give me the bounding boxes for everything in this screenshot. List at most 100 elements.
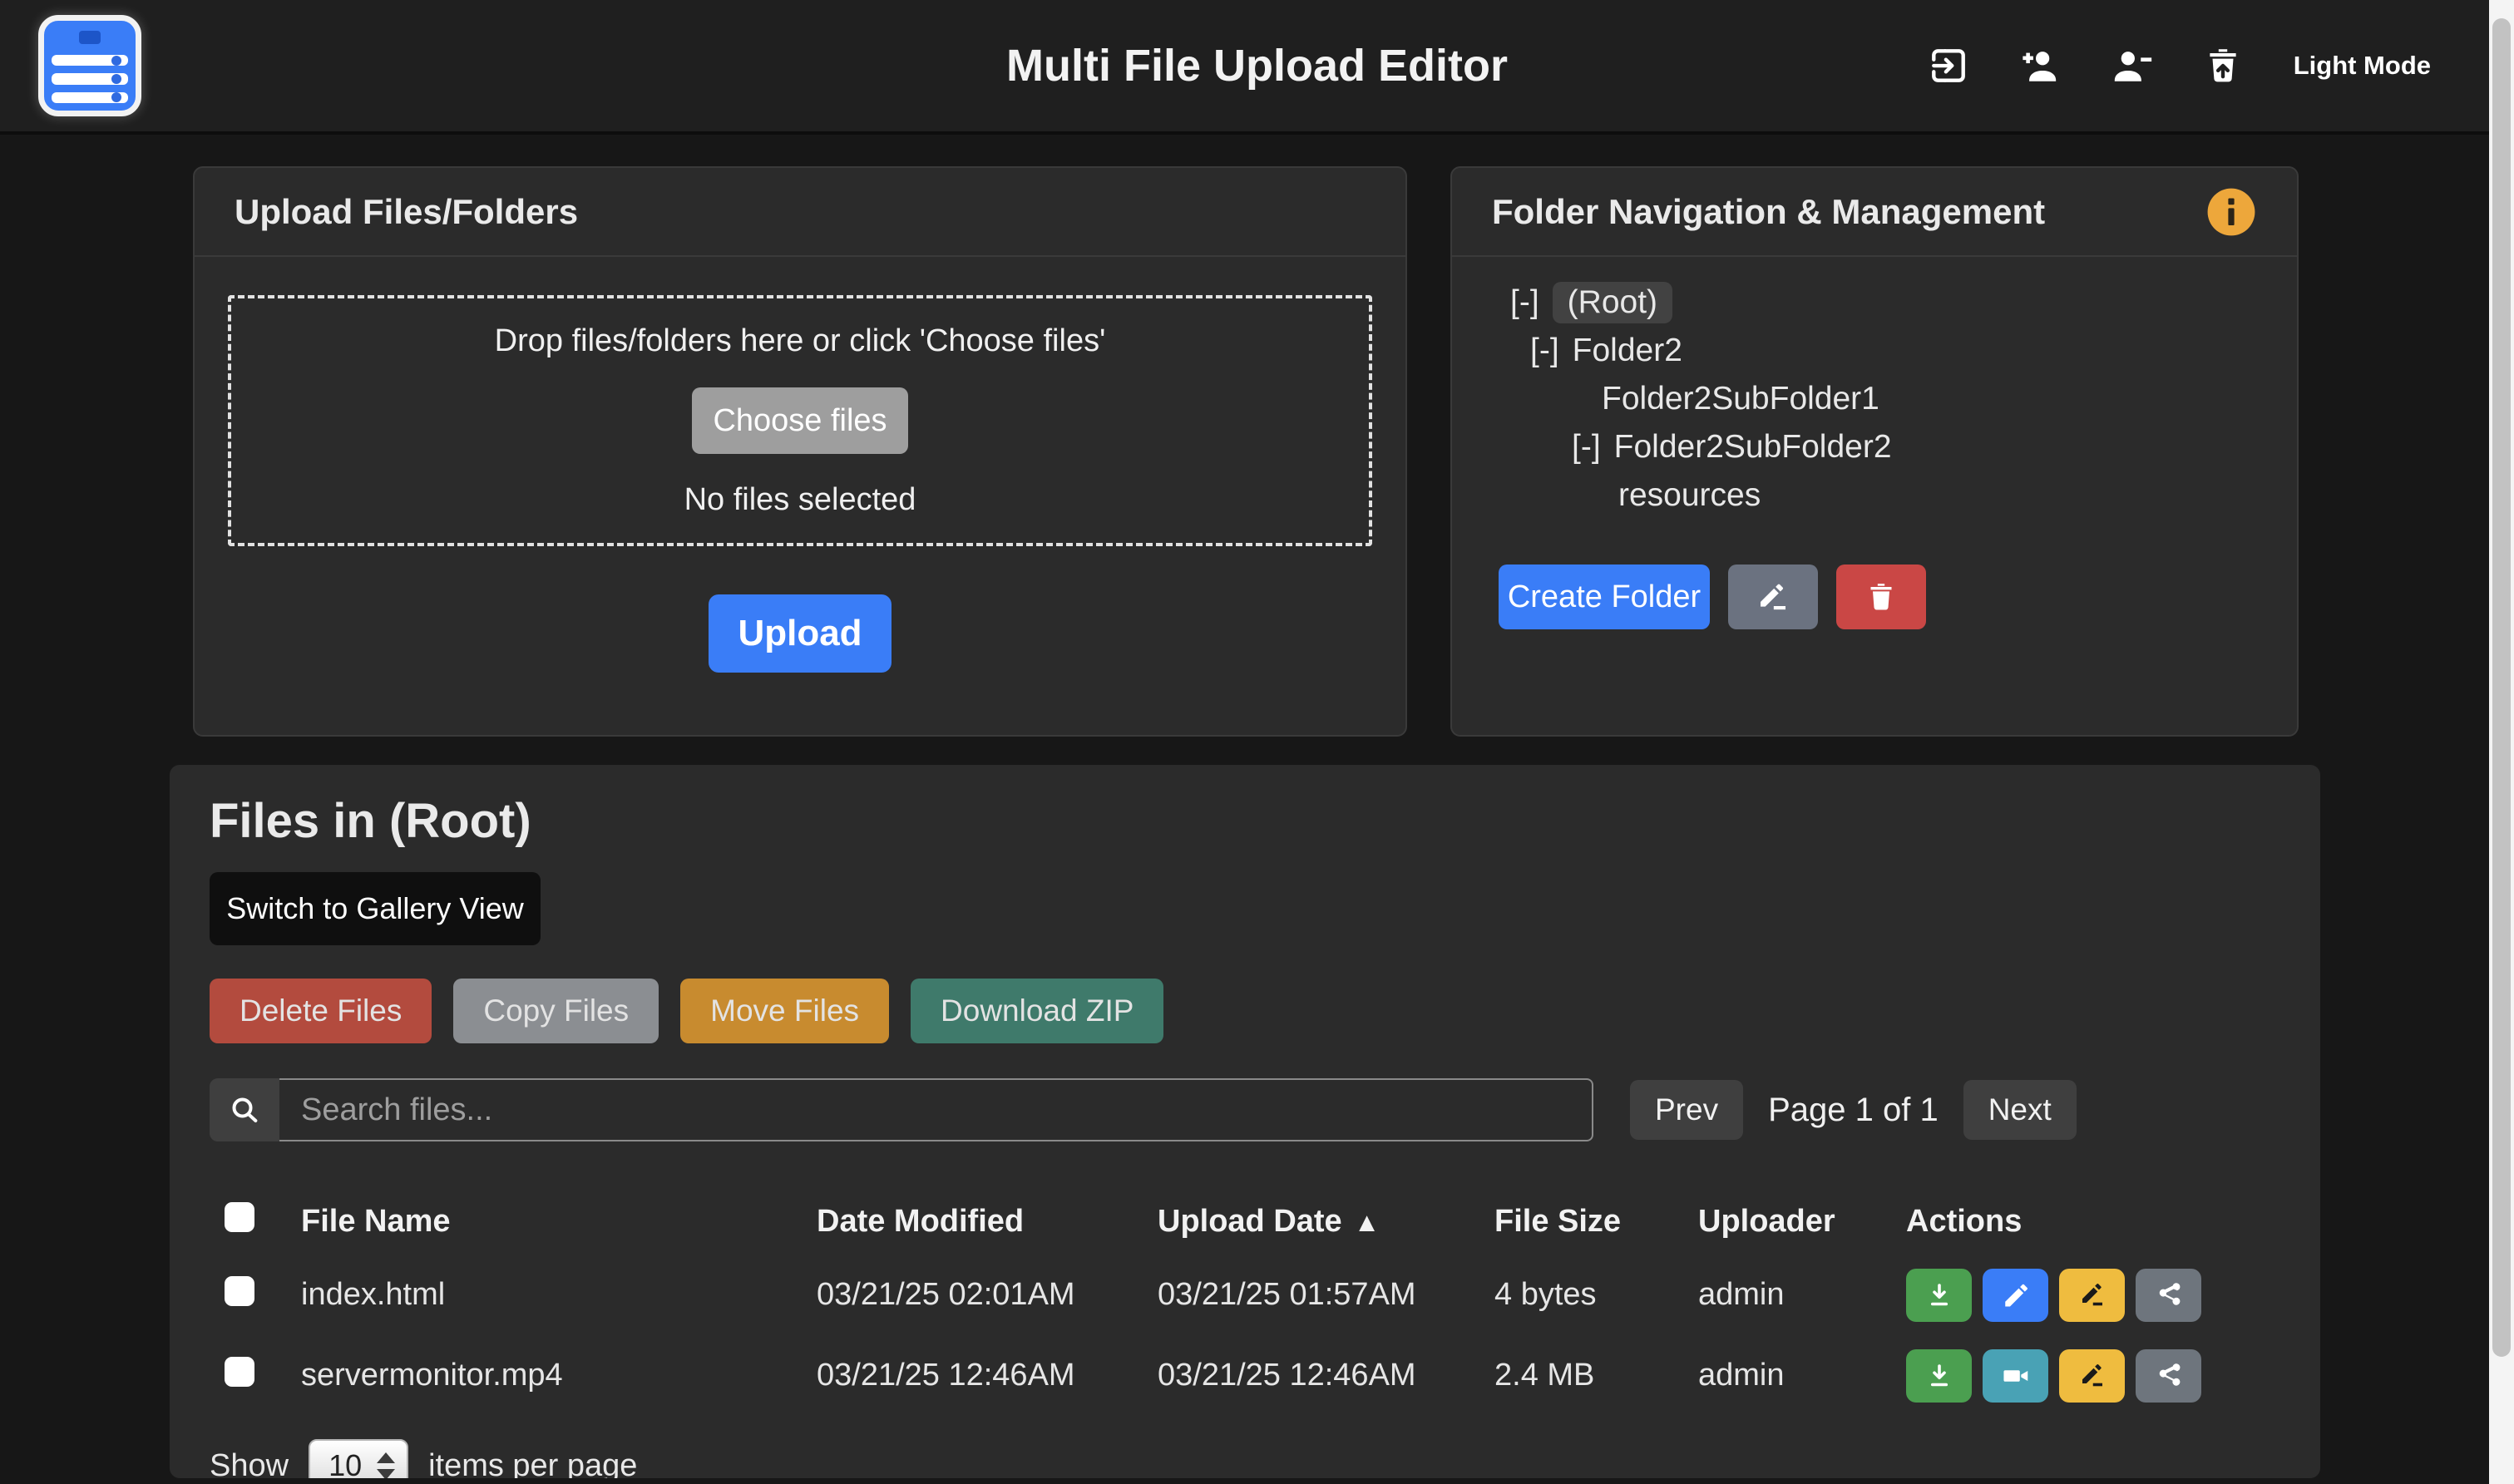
file-name: servermonitor.mp4 <box>283 1358 798 1393</box>
search-iconbox <box>210 1078 279 1141</box>
row-checkbox[interactable] <box>225 1357 254 1387</box>
tree-label[interactable]: (Root) <box>1553 282 1672 323</box>
tree-toggle[interactable]: [-] <box>1572 429 1601 466</box>
items-per-page-select[interactable]: 10 <box>309 1439 408 1478</box>
tree-item-root: [-] (Root) <box>1485 279 2264 327</box>
dropzone[interactable]: Drop files/folders here or click 'Choose… <box>228 295 1372 546</box>
column-header-actions: Actions <box>1888 1204 2280 1240</box>
delete-files-button[interactable]: Delete Files <box>210 979 432 1043</box>
table-header-row: File Name Date Modified Upload Date ▲ Fil… <box>210 1188 2280 1255</box>
folder-tree: [-] (Root) [-] Folder2 Folder2SubFolder1… <box>1452 257 2297 520</box>
no-files-text: No files selected <box>684 482 916 518</box>
prev-page-button[interactable]: Prev <box>1630 1080 1743 1140</box>
download-file-button[interactable] <box>1906 1269 1972 1322</box>
column-header-upload-date[interactable]: Upload Date ▲ <box>1139 1204 1476 1240</box>
row-actions <box>1888 1349 2280 1403</box>
tree-item-folder2subfolder2: [-] Folder2SubFolder2 <box>1485 423 2264 471</box>
tree-label[interactable]: resources <box>1618 477 1761 514</box>
scrollbar-track[interactable] <box>2489 0 2514 1484</box>
play-video-button[interactable] <box>1983 1349 2048 1403</box>
file-size: 4 bytes <box>1476 1277 1680 1313</box>
row-actions <box>1888 1269 2280 1322</box>
share-icon <box>2154 1361 2184 1391</box>
logo-bar <box>52 92 128 103</box>
column-header-uploader[interactable]: Uploader <box>1680 1204 1888 1240</box>
move-files-button[interactable]: Move Files <box>680 979 889 1043</box>
show-label: Show <box>210 1448 289 1479</box>
search-icon <box>228 1093 261 1127</box>
rename-file-button[interactable] <box>2059 1349 2125 1403</box>
info-icon[interactable] <box>2205 186 2257 238</box>
folder-panel: Folder Navigation & Management [-] (Root… <box>1450 166 2299 737</box>
next-page-button[interactable]: Next <box>1963 1080 2077 1140</box>
logo-bar <box>52 55 128 66</box>
file-size: 2.4 MB <box>1476 1358 1680 1393</box>
header-actions: Light Mode <box>1928 45 2514 86</box>
tree-toggle[interactable]: [-] <box>1530 333 1559 369</box>
tree-label[interactable]: Folder2SubFolder2 <box>1614 429 1892 466</box>
rename-folder-button[interactable] <box>1728 565 1818 629</box>
date-modified: 03/21/25 12:46AM <box>798 1358 1139 1393</box>
items-per-page-value: 10 <box>328 1448 362 1478</box>
pagination: Prev Page 1 of 1 Next <box>1630 1080 2077 1140</box>
share-file-button[interactable] <box>2136 1349 2201 1403</box>
share-file-button[interactable] <box>2136 1269 2201 1322</box>
upload-panel-title: Upload Files/Folders <box>235 192 578 232</box>
logo-bar <box>52 73 128 84</box>
stepper-arrows-icon <box>377 1452 395 1479</box>
gallery-view-toggle-button[interactable]: Switch to Gallery View <box>210 872 541 945</box>
copy-files-button[interactable]: Copy Files <box>453 979 659 1043</box>
upload-date: 03/21/25 01:57AM <box>1139 1277 1476 1313</box>
theme-toggle-button[interactable]: Light Mode <box>2294 51 2431 81</box>
column-header-file-size[interactable]: File Size <box>1476 1204 1680 1240</box>
download-icon <box>1924 1361 1954 1391</box>
files-panel-title: Files in (Root) <box>210 793 2280 849</box>
upload-button[interactable]: Upload <box>709 594 892 673</box>
trash-restore-icon[interactable] <box>2202 45 2244 86</box>
upload-panel: Upload Files/Folders Drop files/folders … <box>193 166 1407 737</box>
pencil-underline-icon <box>2077 1361 2107 1391</box>
videocam-icon <box>2001 1361 2031 1391</box>
user-remove-icon[interactable] <box>2111 45 2152 86</box>
folder-panel-header: Folder Navigation & Management <box>1452 168 2297 257</box>
uploader: admin <box>1680 1277 1888 1313</box>
column-header-file-name[interactable]: File Name <box>283 1204 798 1240</box>
pencil-icon <box>2001 1280 2031 1310</box>
tree-toggle[interactable]: [-] <box>1510 284 1539 321</box>
app-logo-icon <box>38 15 141 116</box>
upload-date: 03/21/25 12:46AM <box>1139 1358 1476 1393</box>
pencil-underline-icon <box>2077 1280 2107 1310</box>
app-header: Multi File Upload Editor <box>0 0 2514 135</box>
download-zip-button[interactable]: Download ZIP <box>911 979 1163 1043</box>
bulk-actions: Delete Files Copy Files Move Files Downl… <box>210 979 2280 1043</box>
tree-label[interactable]: Folder2 <box>1573 333 1682 369</box>
rename-file-button[interactable] <box>2059 1269 2125 1322</box>
download-icon <box>1924 1280 1954 1310</box>
column-header-label: Upload Date <box>1158 1204 1342 1239</box>
tree-item-folder2subfolder1: Folder2SubFolder1 <box>1485 375 2264 423</box>
search-input[interactable] <box>279 1078 1593 1141</box>
create-folder-button[interactable]: Create Folder <box>1499 565 1710 629</box>
user-add-icon[interactable] <box>2019 45 2061 86</box>
page-title: Multi File Upload Editor <box>1006 40 1508 91</box>
edit-file-button[interactable] <box>1983 1269 2048 1322</box>
dropzone-text: Drop files/folders here or click 'Choose… <box>495 323 1106 359</box>
top-panels: Upload Files/Folders Drop files/folders … <box>193 166 2299 737</box>
tree-label[interactable]: Folder2SubFolder1 <box>1602 381 1879 417</box>
choose-files-button[interactable]: Choose files <box>692 387 908 454</box>
login-icon[interactable] <box>1928 45 1969 86</box>
download-file-button[interactable] <box>1906 1349 1972 1403</box>
scrollbar-thumb[interactable] <box>2492 18 2511 1357</box>
select-all-checkbox[interactable] <box>225 1202 254 1232</box>
tree-item-folder2: [-] Folder2 <box>1485 327 2264 375</box>
share-icon <box>2154 1280 2184 1310</box>
table-row: servermonitor.mp4 03/21/25 12:46AM 03/21… <box>210 1335 2280 1416</box>
items-per-page-row: Show 10 items per page <box>210 1439 2280 1478</box>
column-header-date-modified[interactable]: Date Modified <box>798 1204 1139 1240</box>
upload-panel-header: Upload Files/Folders <box>195 168 1405 257</box>
delete-folder-button[interactable] <box>1836 565 1926 629</box>
folder-panel-title: Folder Navigation & Management <box>1492 192 2045 232</box>
file-name: index.html <box>283 1277 798 1313</box>
sort-ascending-icon: ▲ <box>1354 1207 1380 1237</box>
row-checkbox[interactable] <box>225 1276 254 1306</box>
